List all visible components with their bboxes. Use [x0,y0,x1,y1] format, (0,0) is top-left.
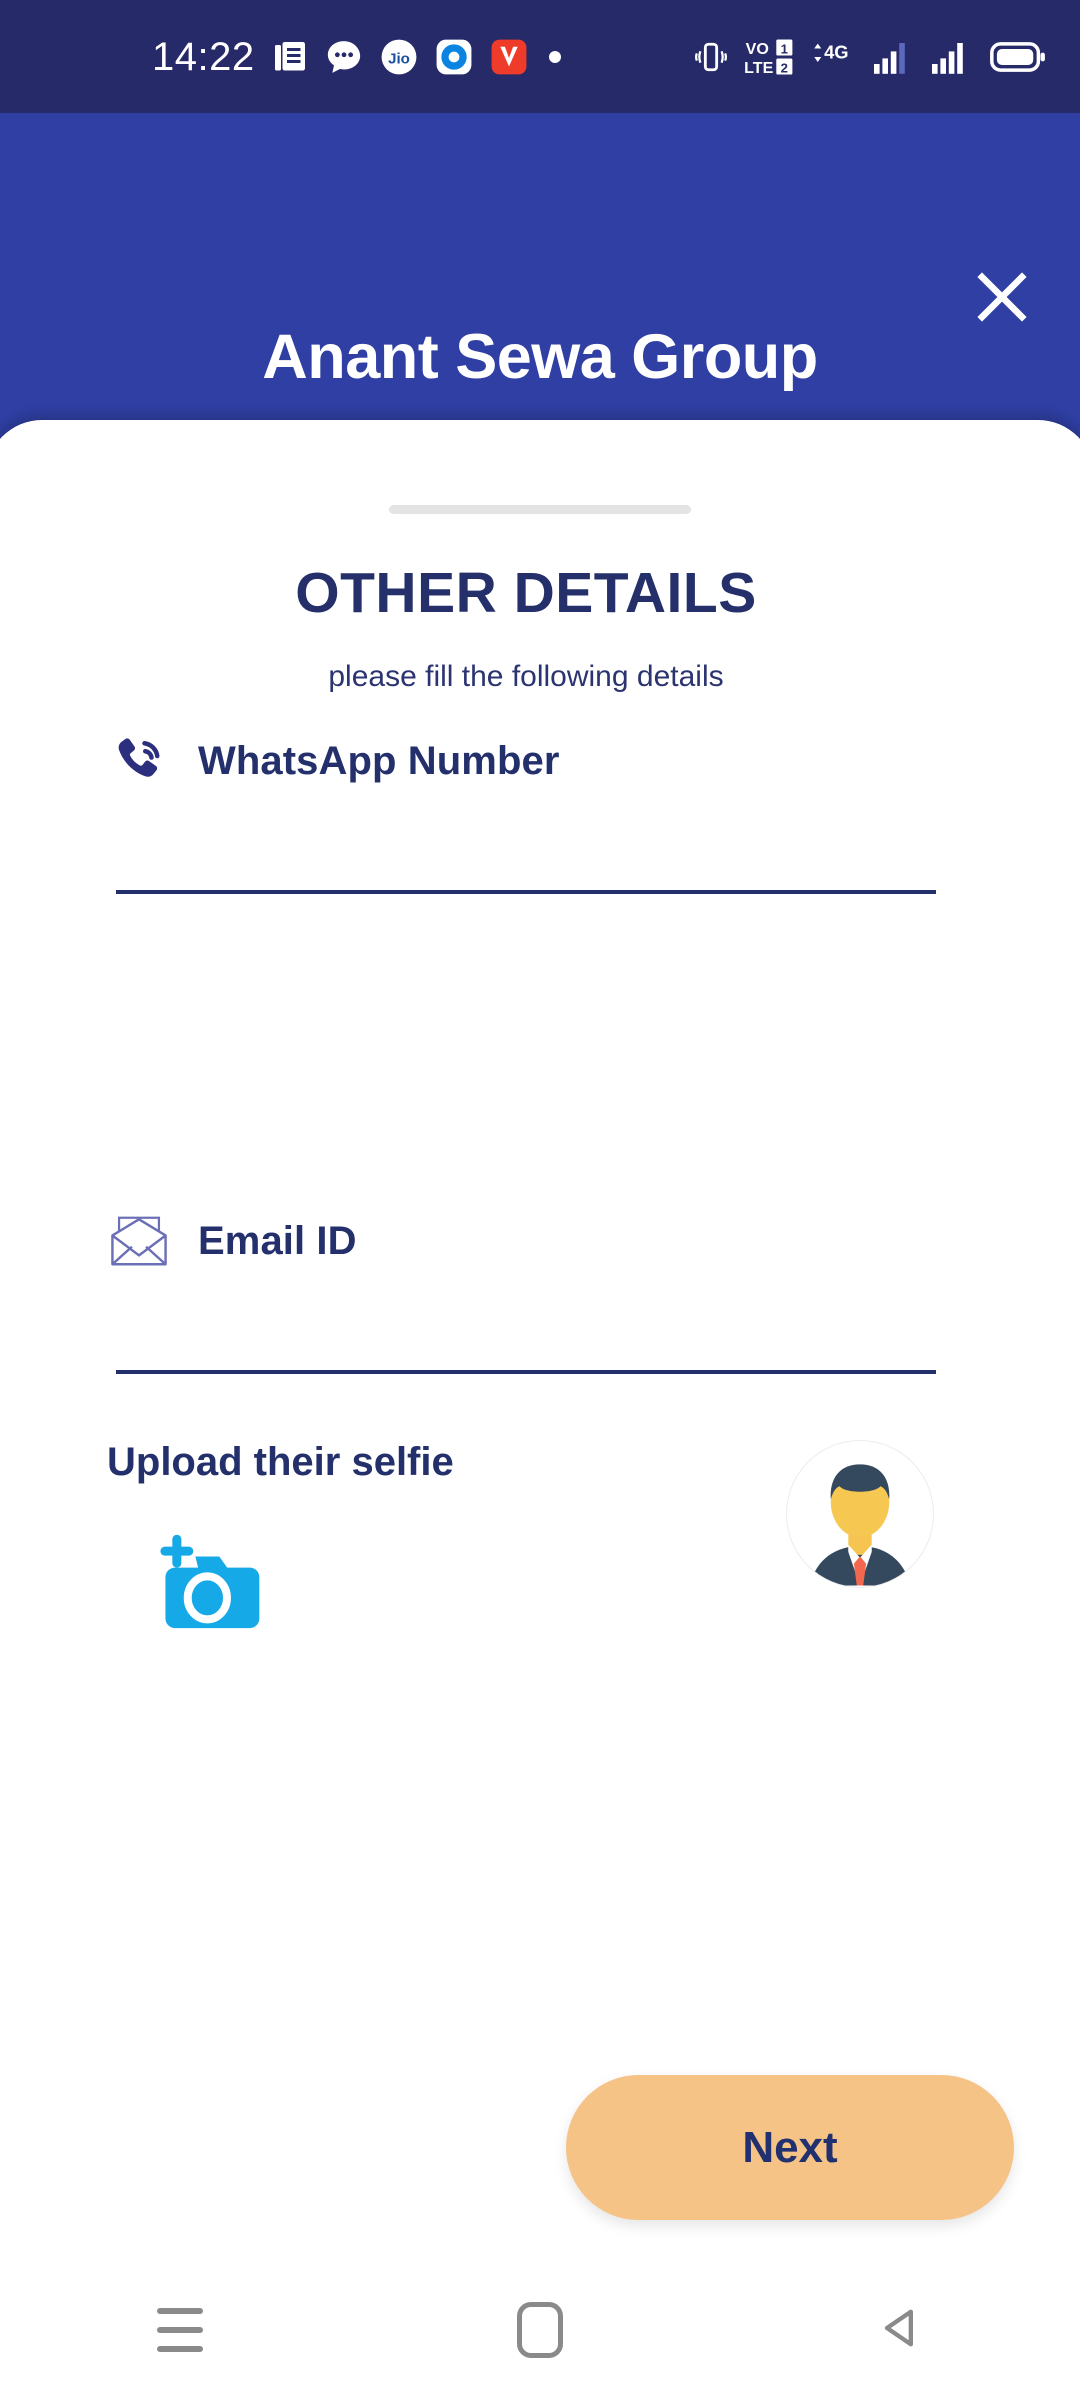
home-square-icon [517,2302,563,2358]
svg-text:Jio: Jio [388,50,410,67]
envelope-at-icon [108,1210,170,1272]
whatsapp-number-field: WhatsApp Number [0,730,1066,894]
whatsapp-number-input[interactable] [116,820,936,894]
status-bar-left: 14:22 Jio [152,37,565,77]
page-title: Anant Sewa Group [262,322,818,392]
news-icon [272,39,308,75]
whatsapp-field-label: WhatsApp Number [198,738,560,783]
details-sheet: OTHER DETAILS please fill the following … [0,420,1080,2400]
back-button[interactable] [720,2260,1080,2400]
signal-bars-1-icon [874,40,916,74]
app-blue-dot-icon [435,38,473,76]
section-title: OTHER DETAILS [295,561,757,625]
phone-ringing-icon [108,730,170,792]
status-bar: 14:22 Jio VO LTE 1 2 4G [0,0,1080,113]
svg-text:LTE: LTE [744,59,773,76]
status-bar-right: VO LTE 1 2 4G [694,38,1046,76]
app-header: Anant Sewa Group [0,113,1080,423]
status-clock: 14:22 [152,34,255,79]
hamburger-recents-icon [157,2308,203,2352]
email-id-field: Email ID [0,1210,1066,1374]
vidmate-icon [490,38,528,76]
svg-text:2: 2 [781,60,788,75]
close-icon[interactable] [970,265,1034,329]
dot-icon [545,47,565,67]
recents-button[interactable] [0,2260,360,2400]
volte-icon: VO LTE 1 2 [744,38,794,76]
sheet-drag-handle[interactable] [389,505,691,514]
email-field-label: Email ID [198,1218,357,1263]
android-navigation-bar [0,2260,1080,2400]
whatsapp-field-header: WhatsApp Number [0,730,1066,792]
chat-bubble-icon [325,38,363,76]
home-button[interactable] [360,2260,720,2400]
svg-text:VO: VO [746,40,769,58]
next-button[interactable]: Next [566,2075,1014,2220]
camera-plus-icon[interactable] [146,1525,274,1635]
selfie-upload-section: Upload their selfie [0,1440,1066,1670]
4g-icon: 4G [810,40,858,74]
email-field-header: Email ID [0,1210,1066,1272]
vibrate-icon [694,40,728,74]
phone-screen: 14:22 Jio VO LTE 1 2 4G Anant Sewa Group… [0,0,1080,2400]
jio-icon: Jio [380,38,418,76]
svg-text:1: 1 [781,41,788,56]
section-subtitle: please fill the following details [328,660,724,693]
signal-bars-2-icon [932,40,974,74]
battery-icon [990,41,1046,73]
back-triangle-icon [874,2302,926,2359]
svg-text:4G: 4G [824,41,848,62]
user-avatar-icon [786,1440,934,1588]
selfie-upload-label: Upload their selfie [107,1440,454,1484]
email-id-input[interactable] [116,1300,936,1374]
